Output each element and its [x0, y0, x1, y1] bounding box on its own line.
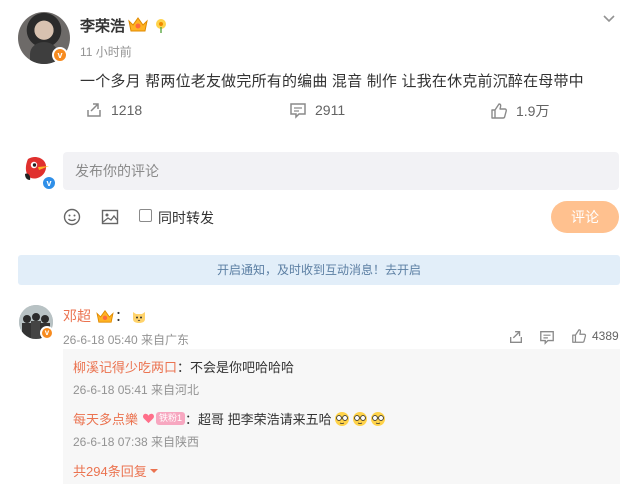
reply-author[interactable]: 每天多点樂 — [73, 409, 138, 428]
comment-button[interactable]: 2911 — [289, 101, 345, 119]
reply-meta: 26-6-18 07:38 来自陕西 — [73, 435, 200, 449]
caret-down-icon — [149, 466, 159, 476]
comment-count: 2911 — [315, 102, 346, 118]
repost-count: 1218 — [111, 102, 143, 118]
fan-heart-icon — [142, 412, 155, 425]
fan-level-badge: 铁粉1 — [156, 412, 186, 425]
notification-banner[interactable]: 开启通知，及时收到互动消息！去开启 — [18, 255, 620, 285]
reply-meta: 26-6-18 05:41 来自河北 — [73, 383, 200, 397]
glasses-emoji-icon — [352, 411, 367, 426]
comment-meta: 26-6-18 05:40 来自广东 — [63, 333, 190, 347]
author-name[interactable]: 李荣浩 — [80, 15, 125, 36]
more-replies-label: 共294条回复 — [73, 464, 147, 479]
more-replies-link[interactable]: 共294条回复 — [73, 461, 159, 480]
commenter-name[interactable]: 邓超 — [63, 306, 91, 326]
like-icon — [571, 328, 587, 344]
reply-author[interactable]: 柳溪记得少吃两口 — [73, 360, 177, 375]
like-count: 1.9万 — [516, 103, 550, 119]
glasses-emoji-group — [334, 411, 386, 427]
repost-checkbox[interactable] — [139, 209, 152, 222]
reply-text: ：超哥 把李荣浩请来五哈 — [185, 412, 332, 427]
chevron-down-icon[interactable] — [602, 12, 616, 26]
glasses-emoji-icon — [334, 411, 349, 426]
post-time[interactable]: 11 小时前 — [80, 43, 132, 60]
comment-like-count: 4389 — [592, 329, 619, 343]
comment-input[interactable]: 发布你的评论 — [63, 152, 619, 190]
flower-badge-icon — [153, 17, 169, 33]
cat-emoji-icon — [131, 308, 147, 324]
post-text: 一个多月 帮两位老友做完所有的编曲 混音 制作 让我在休克前沉醉在母带中 — [80, 73, 584, 90]
submit-comment-button[interactable]: 评论 — [551, 201, 619, 233]
comment-icon — [289, 101, 307, 119]
repost-button[interactable]: 1218 — [85, 101, 142, 119]
reply-item: 每天多点樂 铁粉1 ：超哥 把李荣浩请来五哈 — [73, 409, 386, 428]
commenter-verified-icon: v — [40, 326, 54, 340]
reply-text: ：不会是你吧哈哈哈 — [177, 360, 295, 375]
my-verified-icon: v — [41, 175, 57, 191]
image-icon[interactable] — [101, 208, 119, 226]
repost-icon — [85, 101, 103, 119]
reply-item: 柳溪记得少吃两口：不会是你吧哈哈哈 — [73, 357, 294, 376]
crown-badge-icon — [95, 309, 115, 324]
comment-text: ： — [115, 308, 129, 324]
crown-badge-icon — [127, 16, 149, 33]
like-icon — [490, 102, 508, 120]
verified-badge-icon: v — [52, 47, 68, 63]
comment-reply-icon[interactable] — [539, 329, 555, 345]
glasses-emoji-icon — [370, 411, 385, 426]
repost-option-label: 同时转发 — [158, 210, 214, 226]
like-button[interactable]: 1.9万 — [490, 101, 549, 121]
comment-header: 邓超 ： — [63, 306, 147, 326]
comment-like-button[interactable]: 4389 — [571, 328, 619, 344]
emoji-icon[interactable] — [63, 208, 81, 226]
comment-repost-icon[interactable] — [508, 329, 524, 345]
